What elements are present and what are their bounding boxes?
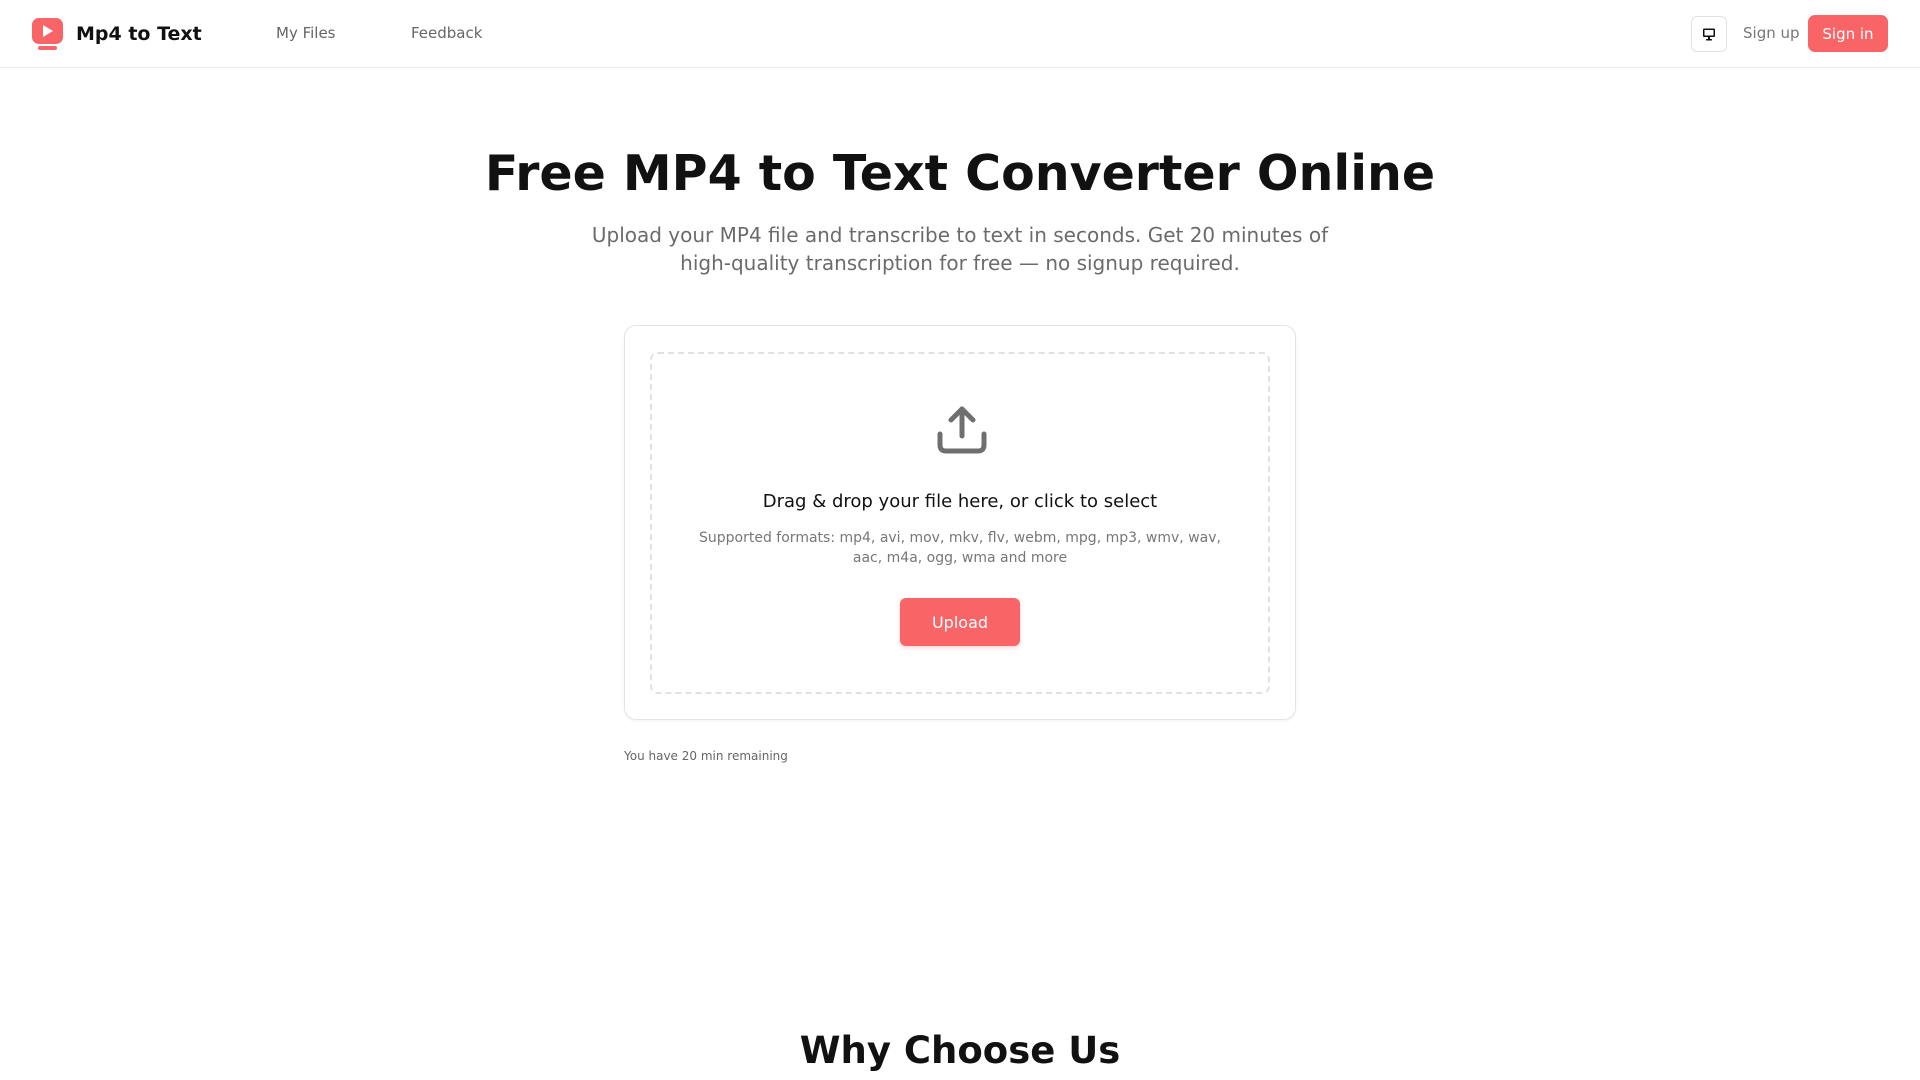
theme-toggle-button[interactable]: [1691, 16, 1727, 52]
page-title: Free MP4 to Text Converter Online: [484, 145, 1436, 202]
site-header: Mp4 to Text My Files Feedback Sign up Si…: [0, 0, 1920, 68]
why-choose-us-heading: Why Choose Us: [799, 1029, 1121, 1072]
remaining-minutes: You have 20 min remaining: [624, 749, 788, 763]
nav-my-files[interactable]: My Files: [276, 24, 336, 42]
upload-icon: [937, 406, 987, 454]
monitor-icon: [1703, 28, 1715, 41]
brand-logo-link[interactable]: Mp4 to Text: [31, 17, 202, 51]
dropzone-instructions: Drag & drop your file here, or click to …: [762, 491, 1158, 512]
upload-card: Drag & drop your file here, or click to …: [624, 325, 1296, 720]
brand-name: Mp4 to Text: [76, 23, 202, 45]
signup-link[interactable]: Sign up: [1743, 24, 1800, 42]
play-logo-icon: [32, 18, 63, 50]
file-dropzone[interactable]: Drag & drop your file here, or click to …: [650, 352, 1270, 694]
upload-button[interactable]: Upload: [900, 598, 1020, 646]
nav-feedback[interactable]: Feedback: [411, 24, 482, 42]
signin-button[interactable]: Sign in: [1808, 15, 1888, 52]
page-subtitle: Upload your MP4 file and transcribe to t…: [591, 223, 1329, 275]
supported-formats: Supported formats: mp4, avi, mov, mkv, f…: [699, 530, 1221, 566]
